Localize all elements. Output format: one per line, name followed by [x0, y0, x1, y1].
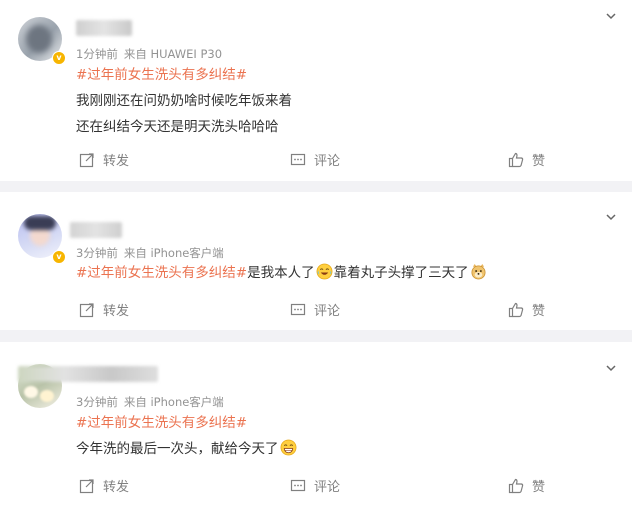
- post-text-line-2: 还在纠结今天还是明天洗头哈哈哈: [76, 119, 279, 135]
- topic-link[interactable]: #过年前女生洗头有多纠结#: [76, 67, 247, 83]
- comment-label: 评论: [314, 480, 341, 495]
- comment-button[interactable]: 评论: [290, 476, 340, 495]
- repost-button[interactable]: 转发: [79, 476, 129, 495]
- comment-icon: [290, 303, 306, 315]
- post-content: #过年前女生洗头有多纠结# 今年洗的最后一次头，献给今天了: [76, 412, 298, 460]
- repost-button[interactable]: 转发: [79, 300, 129, 319]
- comment-icon: [290, 479, 306, 491]
- post-text: 今年洗的最后一次头，献给今天了: [76, 441, 279, 457]
- post-content: #过年前女生洗头有多纠结# 我刚刚还在问奶奶啥时候吃年饭来着 还在纠结今天还是明…: [76, 64, 292, 138]
- comment-icon: [290, 153, 306, 165]
- like-label: 赞: [532, 480, 546, 495]
- repost-label: 转发: [103, 154, 130, 169]
- like-label: 赞: [532, 304, 546, 319]
- comment-label: 评论: [314, 304, 341, 319]
- comment-button[interactable]: 评论: [290, 150, 340, 169]
- thumbs-up-icon: [508, 152, 524, 167]
- post-time[interactable]: 3分钟前: [76, 246, 118, 260]
- post-source: 来自 HUAWEI P30: [123, 47, 223, 61]
- post-text-part-2: 靠着丸子头撑了三天了: [333, 265, 469, 281]
- post-text-part-1: 是我本人了: [247, 265, 315, 281]
- verified-badge-icon: v: [52, 51, 66, 65]
- like-button[interactable]: 赞: [508, 150, 545, 169]
- repost-label: 转发: [103, 304, 130, 319]
- grinning-emoji: [280, 439, 296, 456]
- post-time[interactable]: 1分钟前: [76, 47, 118, 61]
- like-button[interactable]: 赞: [508, 300, 545, 319]
- username-blurred[interactable]: [76, 20, 132, 36]
- comment-button[interactable]: 评论: [290, 300, 340, 319]
- chevron-down-icon[interactable]: [606, 363, 616, 373]
- thumbs-up-icon: [508, 302, 524, 317]
- username-blurred[interactable]: [18, 366, 158, 382]
- comment-label: 评论: [314, 154, 341, 169]
- post-card-1: v 1分钟前 来自 HUAWEI P30 #过年前女生洗头有多纠结# 我刚刚还在问…: [0, 0, 632, 181]
- verified-badge-icon: v: [52, 250, 66, 264]
- laughing-tears-emoji: [316, 263, 333, 280]
- doge-emoji: [471, 263, 486, 280]
- action-bar: 转发 评论 赞: [0, 300, 632, 322]
- post-card-3: 3分钟前 来自 iPhone客户端 #过年前女生洗头有多纠结# 今年洗的最后一次头…: [0, 342, 632, 509]
- like-label: 赞: [532, 154, 546, 169]
- repost-icon: [79, 152, 94, 167]
- post-text-line-1: 我刚刚还在问奶奶啥时候吃年饭来着: [76, 93, 292, 109]
- action-bar: 转发 评论 赞: [0, 150, 632, 172]
- topic-link[interactable]: #过年前女生洗头有多纠结#: [76, 265, 247, 281]
- username-blurred[interactable]: [70, 222, 122, 238]
- post-meta: 3分钟前 来自 iPhone客户端: [76, 394, 230, 410]
- post-time[interactable]: 3分钟前: [76, 395, 118, 409]
- topic-link[interactable]: #过年前女生洗头有多纠结#: [76, 415, 247, 431]
- repost-label: 转发: [103, 480, 130, 495]
- post-source: 来自 iPhone客户端: [123, 395, 224, 409]
- like-button[interactable]: 赞: [508, 476, 545, 495]
- action-bar: 转发 评论 赞: [0, 476, 632, 498]
- thumbs-up-icon: [508, 478, 524, 493]
- post-source: 来自 iPhone客户端: [123, 246, 224, 260]
- repost-icon: [79, 478, 94, 493]
- post-card-2: v 3分钟前 来自 iPhone客户端 #过年前女生洗头有多纠结#是我本人了 靠着丸…: [0, 192, 632, 330]
- post-content: #过年前女生洗头有多纠结#是我本人了 靠着丸子头撑了三天了: [76, 262, 488, 284]
- repost-icon: [79, 302, 94, 317]
- post-meta: 1分钟前 来自 HUAWEI P30: [76, 46, 228, 62]
- repost-button[interactable]: 转发: [79, 150, 129, 169]
- post-meta: 3分钟前 来自 iPhone客户端: [76, 245, 230, 261]
- chevron-down-icon[interactable]: [606, 212, 616, 222]
- chevron-down-icon[interactable]: [606, 11, 616, 21]
